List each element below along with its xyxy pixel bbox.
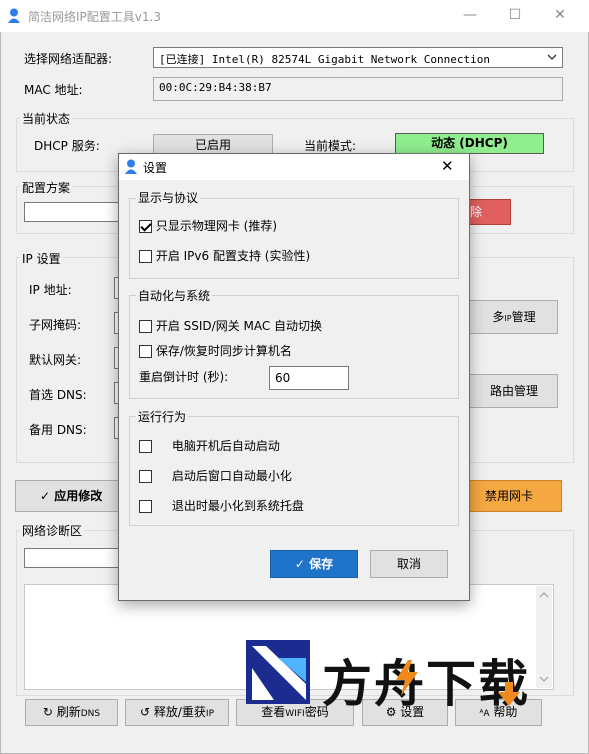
minimize-start-option[interactable]: 启动后窗口自动最小化 [139,467,292,484]
chevron-down-icon [547,54,557,60]
gateway-label: 默认网关: [29,353,82,367]
profile-group-title: 配置方案 [20,179,73,196]
download-arrow-icon [498,682,520,706]
ssid-switch-option[interactable]: 开启 SSID/网关 MAC 自动切换 [139,317,322,334]
release-renew-button[interactable]: ↺ 释放/重获IP [125,699,229,726]
dialog-logo-icon [125,159,137,174]
behavior-title: 运行行为 [136,408,189,425]
lightning-icon [396,660,418,696]
profile-select[interactable] [24,202,124,222]
adapter-label: 选择网络适配器: [24,52,113,66]
multi-ip-small: IP [504,314,512,323]
release-icon: ↺ [139,705,151,719]
dialog-close-button[interactable]: ✕ [441,157,454,175]
ssid-switch-checkbox[interactable] [139,320,152,333]
ipv6-label: 开启 IPv6 配置支持 (实验性) [155,249,311,263]
status-group-title: 当前状态 [20,110,73,127]
dialog-save-label: 保存 [309,557,334,571]
flush-dns-button[interactable]: ↻ 刷新DNS [25,699,118,726]
app-logo-icon [8,8,20,23]
adapter-select[interactable]: [已连接] Intel(R) 82574L Gigabit Network Co… [153,47,563,68]
autostart-option[interactable]: 电脑开机后自动启动 [139,437,280,454]
dhcp-label: DHCP 服务: [34,139,100,153]
wifi-small: WIFI [285,709,305,719]
maximize-button[interactable]: ☐ [500,4,530,26]
dialog-title-bar: 设置 ✕ [119,154,469,180]
autostart-checkbox[interactable] [139,440,152,453]
close-button[interactable]: ✕ [545,4,575,26]
dialog-title: 设置 [143,161,168,175]
autostart-label: 电脑开机后自动启动 [171,439,280,453]
physical-only-checkbox[interactable] [139,220,152,233]
mac-field: 00:0C:29:B4:38:B7 [153,77,563,101]
display-protocol-group [129,198,459,279]
apply-label: 应用修改 [54,489,103,503]
hostname-sync-checkbox[interactable] [139,345,152,358]
diag-target-input[interactable] [24,548,124,568]
display-protocol-title: 显示与协议 [136,189,201,206]
flush-dns-label: 刷新 [56,705,81,719]
window-title: 简洁网络IP配置工具v1.3 [28,10,161,24]
automation-title: 自动化与系统 [136,287,213,304]
scroll-up-icon [539,592,549,598]
diag-group-title: 网络诊断区 [20,522,85,539]
adapter-select-value: [已连接] Intel(R) 82574L Gigabit Network Co… [159,53,491,66]
tray-option[interactable]: 退出时最小化到系统托盘 [139,497,304,514]
disable-nic-label: 禁用网卡 [484,489,533,503]
multi-ip-prefix: 多 [492,310,505,324]
check-icon: ✓ [40,489,51,503]
ipv6-option[interactable]: 开启 IPv6 配置支持 (实验性) [139,247,310,264]
watermark: 方舟下载 [244,638,544,713]
title-bar: 简洁网络IP配置工具v1.3 — ☐ ✕ [0,0,589,32]
release-small: IP [205,709,215,719]
dialog-cancel-button[interactable]: 取消 [370,550,448,578]
mask-label: 子网掩码: [29,318,82,332]
tray-label: 退出时最小化到系统托盘 [171,499,304,513]
minimize-start-checkbox[interactable] [139,470,152,483]
ip-label: IP 地址: [29,283,72,297]
minimize-start-label: 启动后窗口自动最小化 [171,469,292,483]
multi-ip-suffix: 管理 [511,310,536,324]
save-check-icon: ✓ [294,557,305,571]
mode-label: 当前模式: [304,139,357,153]
mode-badge: 动态 (DHCP) [395,133,544,154]
countdown-input[interactable]: 60 [269,366,349,390]
ipv6-checkbox[interactable] [139,250,152,263]
minimize-button[interactable]: — [455,4,485,26]
ssid-switch-label: 开启 SSID/网关 MAC 自动切换 [155,319,323,333]
watermark-logo-icon [246,640,310,704]
dns2-label: 备用 DNS: [29,423,87,437]
refresh-icon: ↻ [42,705,53,719]
dns1-label: 首选 DNS: [29,388,87,402]
apply-button[interactable]: ✓ 应用修改 [15,480,135,512]
physical-only-label: 只显示物理网卡 (推荐) [155,219,278,233]
ip-group-title: IP 设置 [20,250,63,267]
countdown-label: 重启倒计时 (秒): [139,370,229,384]
hostname-sync-option[interactable]: 保存/恢复时同步计算机名 [139,342,292,359]
physical-only-option[interactable]: 只显示物理网卡 (推荐) [139,217,277,234]
release-label: 释放/重获 [153,705,206,719]
dialog-save-button[interactable]: ✓ 保存 [270,550,358,578]
hostname-sync-label: 保存/恢复时同步计算机名 [155,344,292,358]
tray-checkbox[interactable] [139,500,152,513]
flush-dns-small: DNS [80,709,101,719]
mac-label: MAC 地址: [24,83,83,97]
settings-dialog: 设置 ✕ 显示与协议 只显示物理网卡 (推荐) 开启 IPv6 配置支持 (实验… [118,153,470,601]
